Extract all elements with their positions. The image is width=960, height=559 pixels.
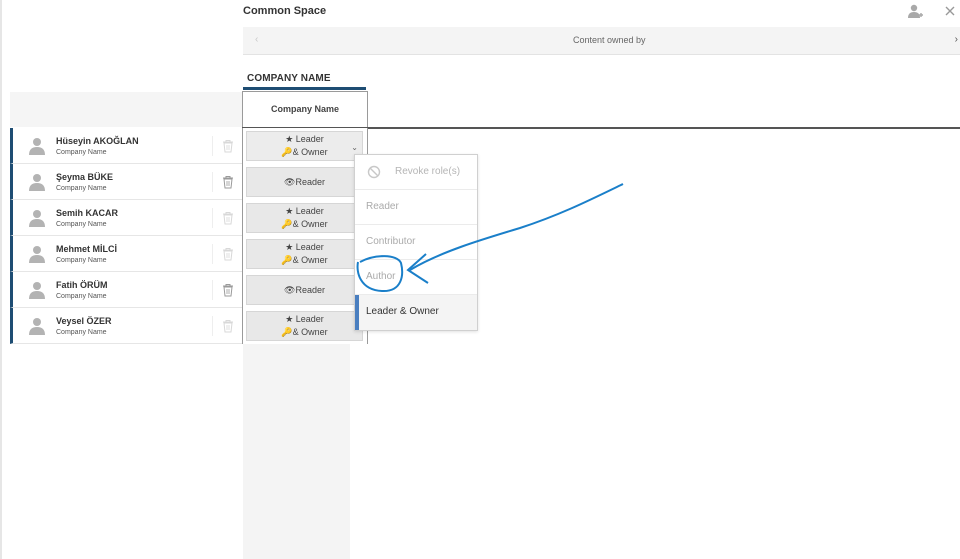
role-button[interactable]: ★ Leader 🔑& Owner ⌄ bbox=[246, 131, 363, 161]
trash-icon[interactable] bbox=[222, 175, 234, 189]
prev-arrow[interactable]: ‹ bbox=[255, 34, 258, 45]
page-title: Common Space bbox=[243, 5, 327, 17]
role-cell: 👁Reader bbox=[243, 272, 367, 308]
dropdown-item[interactable]: Reader bbox=[355, 190, 477, 225]
user-avatar-icon bbox=[29, 173, 45, 191]
role-button[interactable]: ★ Leader 🔑& Owner bbox=[246, 311, 363, 341]
role-cell: ★ Leader 🔑& Owner ⌄ bbox=[243, 128, 367, 164]
user-avatar-icon bbox=[29, 281, 45, 299]
dropdown-item-label: Author bbox=[366, 271, 396, 282]
trash-icon[interactable] bbox=[222, 319, 234, 333]
role-line-1: ★ Leader bbox=[285, 242, 324, 252]
ban-icon bbox=[367, 165, 381, 179]
dropdown-item[interactable]: Leader & Owner bbox=[355, 295, 477, 330]
member-company: Company Name bbox=[56, 149, 107, 156]
row-separator bbox=[212, 244, 213, 264]
row-separator bbox=[212, 280, 213, 300]
roles-column: ★ Leader 🔑& Owner ⌄ 👁Reader ★ Leader 🔑& Owner… bbox=[242, 128, 368, 344]
member-row: Hüseyin AKOĞLAN Company Name bbox=[10, 128, 242, 164]
member-row: Fatih ÖRÜM Company Name bbox=[10, 272, 242, 308]
role-line-1: 👁Reader bbox=[284, 285, 325, 295]
user-avatar-icon bbox=[29, 317, 45, 335]
member-name: Mehmet MİLCİ bbox=[56, 244, 118, 254]
member-name: Semih KACAR bbox=[56, 208, 119, 218]
row-separator bbox=[212, 136, 213, 156]
tab-company-name[interactable]: COMPANY NAME bbox=[243, 68, 366, 90]
role-button[interactable]: 👁Reader bbox=[246, 167, 363, 197]
role-cell: ★ Leader 🔑& Owner bbox=[243, 200, 367, 236]
role-line-2: 🔑& Owner bbox=[281, 255, 328, 265]
role-cell: ★ Leader 🔑& Owner bbox=[243, 308, 367, 344]
row-separator bbox=[212, 172, 213, 192]
column-header-company: Company Name bbox=[242, 91, 368, 128]
role-line-1: 👁Reader bbox=[284, 177, 325, 187]
left-border bbox=[0, 0, 2, 559]
member-name: Veysel ÖZER bbox=[56, 316, 112, 326]
user-avatar-icon bbox=[29, 209, 45, 227]
member-name: Hüseyin AKOĞLAN bbox=[56, 136, 139, 146]
role-cell: ★ Leader 🔑& Owner bbox=[243, 236, 367, 272]
member-row: Mehmet MİLCİ Company Name bbox=[10, 236, 242, 272]
role-button[interactable]: ★ Leader 🔑& Owner bbox=[246, 203, 363, 233]
trash-icon[interactable] bbox=[222, 211, 234, 225]
chevron-down-icon[interactable]: ⌄ bbox=[351, 141, 358, 154]
close-icon[interactable] bbox=[940, 2, 960, 20]
role-line-2: 🔑& Owner bbox=[281, 219, 328, 229]
role-dropdown-menu: Revoke role(s) Reader Contributor Author Lea… bbox=[354, 154, 478, 331]
role-line-2: 🔑& Owner bbox=[281, 147, 328, 157]
trash-icon[interactable] bbox=[222, 139, 234, 153]
role-button[interactable]: 👁Reader bbox=[246, 275, 363, 305]
role-button[interactable]: ★ Leader 🔑& Owner bbox=[246, 239, 363, 269]
tab-company-name-label: COMPANY NAME bbox=[247, 73, 331, 84]
dropdown-item-label: Contributor bbox=[366, 236, 416, 247]
member-row: Semih KACAR Company Name bbox=[10, 200, 242, 236]
member-company: Company Name bbox=[56, 221, 107, 228]
dropdown-item-label: Reader bbox=[366, 201, 399, 212]
trash-icon[interactable] bbox=[222, 283, 234, 297]
add-user-icon[interactable] bbox=[906, 2, 926, 20]
dropdown-item[interactable]: Contributor bbox=[355, 225, 477, 260]
dropdown-item[interactable]: Revoke role(s) bbox=[355, 155, 477, 190]
dropdown-item-label: Revoke role(s) bbox=[395, 166, 461, 177]
member-company: Company Name bbox=[56, 185, 107, 192]
dropdown-item-label: Leader & Owner bbox=[366, 306, 439, 317]
content-owned-label: Content owned by bbox=[573, 35, 646, 45]
role-line-2: 🔑& Owner bbox=[281, 327, 328, 337]
user-avatar-icon bbox=[29, 245, 45, 263]
stage: Common Space ‹ Content owned by › COMPAN… bbox=[0, 0, 960, 559]
member-name: Fatih ÖRÜM bbox=[56, 280, 108, 290]
user-avatar-icon bbox=[29, 137, 45, 155]
members-header bbox=[10, 92, 242, 127]
member-company: Company Name bbox=[56, 257, 107, 264]
role-line-1: ★ Leader bbox=[285, 134, 324, 144]
members-list: Hüseyin AKOĞLAN Company Name Şeyma BÜKE Com… bbox=[10, 128, 242, 344]
member-row: Şeyma BÜKE Company Name bbox=[10, 164, 242, 200]
row-separator bbox=[212, 208, 213, 228]
next-arrow[interactable]: › bbox=[955, 34, 958, 45]
trash-icon[interactable] bbox=[222, 247, 234, 261]
top-actions bbox=[906, 2, 960, 20]
member-company: Company Name bbox=[56, 293, 107, 300]
column-background bbox=[243, 343, 350, 559]
member-company: Company Name bbox=[56, 329, 107, 336]
row-separator bbox=[212, 316, 213, 336]
role-cell: 👁Reader bbox=[243, 164, 367, 200]
role-line-1: ★ Leader bbox=[285, 314, 324, 324]
member-name: Şeyma BÜKE bbox=[56, 172, 114, 182]
content-owned-bar: ‹ Content owned by › bbox=[243, 27, 960, 55]
member-row: Veysel ÖZER Company Name bbox=[10, 308, 242, 344]
dropdown-item[interactable]: Author bbox=[355, 260, 477, 295]
role-line-1: ★ Leader bbox=[285, 206, 324, 216]
